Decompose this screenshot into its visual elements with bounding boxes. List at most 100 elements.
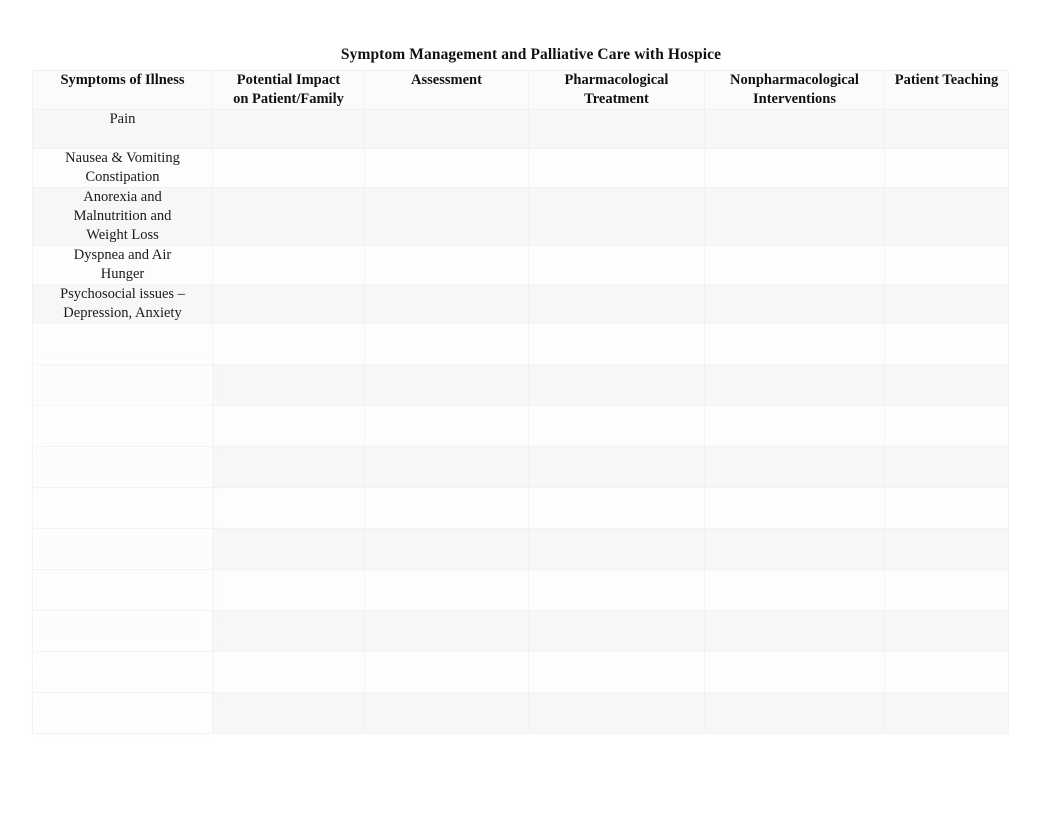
symptom-label: Hunger	[100, 266, 145, 282]
nonpharmacological-interventions-cell[interactable]	[704, 323, 885, 365]
pharmacological-treatment-cell[interactable]	[528, 323, 705, 365]
assessment-cell[interactable]	[364, 446, 529, 488]
patient-teaching-cell[interactable]	[884, 109, 1009, 149]
potential-impact-cell[interactable]	[212, 245, 365, 285]
pharmacological-treatment-cell[interactable]	[528, 148, 705, 188]
column-header-symptoms-of-illness: Symptoms of Illness	[32, 70, 213, 110]
header-line: Assessment	[411, 72, 482, 88]
patient-teaching-cell[interactable]	[884, 487, 1009, 529]
symptom-cell-illegible	[32, 487, 213, 529]
symptom-cell-illegible	[32, 364, 213, 406]
table-body: Pain Nausea & Vomiting Constipation Anor…	[32, 109, 1009, 734]
patient-teaching-cell[interactable]	[884, 187, 1009, 246]
patient-teaching-cell[interactable]	[884, 148, 1009, 188]
pharmacological-treatment-cell[interactable]	[528, 364, 705, 406]
symptom-label: Dyspnea and Air	[73, 247, 172, 263]
symptom-cell-illegible	[32, 569, 213, 611]
patient-teaching-cell[interactable]	[884, 364, 1009, 406]
potential-impact-cell[interactable]	[212, 187, 365, 246]
pharmacological-treatment-cell[interactable]	[528, 528, 705, 570]
patient-teaching-cell[interactable]	[884, 323, 1009, 365]
table-row	[32, 528, 1009, 570]
potential-impact-cell[interactable]	[212, 405, 365, 447]
potential-impact-cell[interactable]	[212, 148, 365, 188]
assessment-cell[interactable]	[364, 692, 529, 734]
assessment-cell[interactable]	[364, 284, 529, 324]
potential-impact-cell[interactable]	[212, 692, 365, 734]
pharmacological-treatment-cell[interactable]	[528, 284, 705, 324]
patient-teaching-cell[interactable]	[884, 569, 1009, 611]
potential-impact-cell[interactable]	[212, 528, 365, 570]
symptom-cell-illegible	[32, 610, 213, 652]
symptom-label: Weight Loss	[86, 227, 159, 243]
symptom-management-table: Symptoms of Illness Potential Impact on …	[32, 70, 1009, 734]
patient-teaching-cell[interactable]	[884, 651, 1009, 693]
nonpharmacological-interventions-cell[interactable]	[704, 651, 885, 693]
nonpharmacological-interventions-cell[interactable]	[704, 528, 885, 570]
header-line: Treatment	[584, 91, 649, 107]
patient-teaching-cell[interactable]	[884, 610, 1009, 652]
potential-impact-cell[interactable]	[212, 651, 365, 693]
pharmacological-treatment-cell[interactable]	[528, 109, 705, 149]
nonpharmacological-interventions-cell[interactable]	[704, 109, 885, 149]
table-row: Nausea & Vomiting Constipation	[32, 148, 1009, 188]
symptom-label: Depression, Anxiety	[63, 305, 182, 321]
nonpharmacological-interventions-cell[interactable]	[704, 487, 885, 529]
patient-teaching-cell[interactable]	[884, 528, 1009, 570]
patient-teaching-cell[interactable]	[884, 245, 1009, 285]
assessment-cell[interactable]	[364, 651, 529, 693]
pharmacological-treatment-cell[interactable]	[528, 651, 705, 693]
potential-impact-cell[interactable]	[212, 487, 365, 529]
patient-teaching-cell[interactable]	[884, 405, 1009, 447]
nonpharmacological-interventions-cell[interactable]	[704, 405, 885, 447]
symptom-cell-illegible	[32, 405, 213, 447]
potential-impact-cell[interactable]	[212, 446, 365, 488]
patient-teaching-cell[interactable]	[884, 692, 1009, 734]
table-row: Dyspnea and Air Hunger	[32, 245, 1009, 285]
pharmacological-treatment-cell[interactable]	[528, 405, 705, 447]
nonpharmacological-interventions-cell[interactable]	[704, 284, 885, 324]
assessment-cell[interactable]	[364, 323, 529, 365]
nonpharmacological-interventions-cell[interactable]	[704, 610, 885, 652]
potential-impact-cell[interactable]	[212, 569, 365, 611]
symptom-cell: Dyspnea and Air Hunger	[32, 245, 213, 285]
pharmacological-treatment-cell[interactable]	[528, 692, 705, 734]
nonpharmacological-interventions-cell[interactable]	[704, 187, 885, 246]
assessment-cell[interactable]	[364, 148, 529, 188]
pharmacological-treatment-cell[interactable]	[528, 446, 705, 488]
header-line: Potential Impact	[236, 72, 341, 88]
nonpharmacological-interventions-cell[interactable]	[704, 569, 885, 611]
nonpharmacological-interventions-cell[interactable]	[704, 692, 885, 734]
column-header-pharmacological-treatment: Pharmacological Treatment	[528, 70, 705, 110]
patient-teaching-cell[interactable]	[884, 284, 1009, 324]
assessment-cell[interactable]	[364, 245, 529, 285]
assessment-cell[interactable]	[364, 187, 529, 246]
nonpharmacological-interventions-cell[interactable]	[704, 148, 885, 188]
assessment-cell[interactable]	[364, 364, 529, 406]
assessment-cell[interactable]	[364, 569, 529, 611]
pharmacological-treatment-cell[interactable]	[528, 569, 705, 611]
assessment-cell[interactable]	[364, 109, 529, 149]
assessment-cell[interactable]	[364, 405, 529, 447]
symptom-cell-illegible	[32, 446, 213, 488]
pharmacological-treatment-cell[interactable]	[528, 610, 705, 652]
pharmacological-treatment-cell[interactable]	[528, 245, 705, 285]
table-row	[32, 405, 1009, 447]
nonpharmacological-interventions-cell[interactable]	[704, 364, 885, 406]
symptom-cell: Anorexia and Malnutrition and Weight Los…	[32, 187, 213, 246]
patient-teaching-cell[interactable]	[884, 446, 1009, 488]
header-line: Interventions	[753, 91, 836, 107]
nonpharmacological-interventions-cell[interactable]	[704, 245, 885, 285]
assessment-cell[interactable]	[364, 610, 529, 652]
potential-impact-cell[interactable]	[212, 610, 365, 652]
assessment-cell[interactable]	[364, 487, 529, 529]
potential-impact-cell[interactable]	[212, 109, 365, 149]
table-row	[32, 446, 1009, 488]
nonpharmacological-interventions-cell[interactable]	[704, 446, 885, 488]
pharmacological-treatment-cell[interactable]	[528, 187, 705, 246]
potential-impact-cell[interactable]	[212, 323, 365, 365]
pharmacological-treatment-cell[interactable]	[528, 487, 705, 529]
assessment-cell[interactable]	[364, 528, 529, 570]
potential-impact-cell[interactable]	[212, 364, 365, 406]
potential-impact-cell[interactable]	[212, 284, 365, 324]
